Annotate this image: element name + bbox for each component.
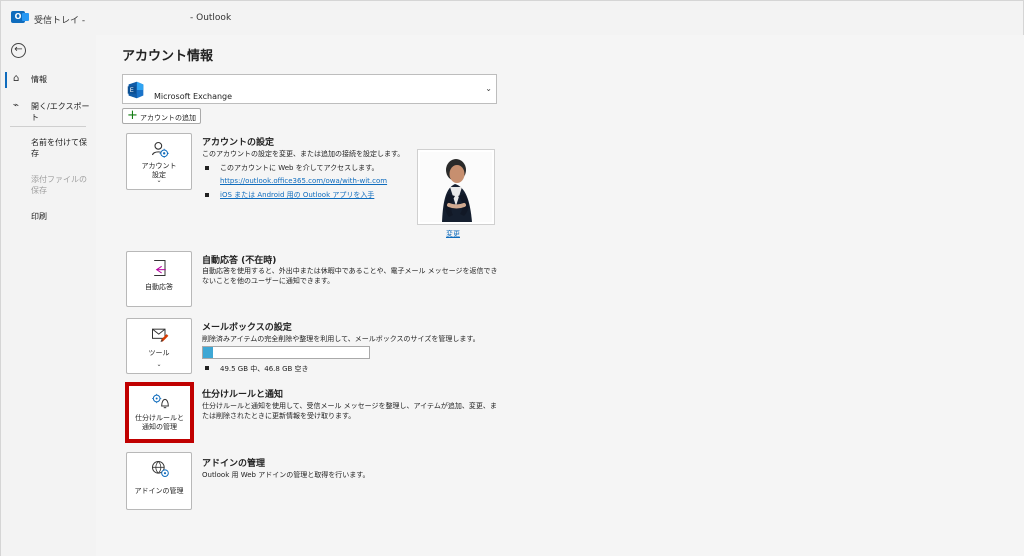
window-title-app: - Outlook [190,13,232,23]
home-icon: ⌂ [13,73,20,84]
selected-indicator [5,72,7,88]
web-access-text: このアカウントに Web を介してアクセスします。 [220,164,379,172]
mailbox-settings-title: メールボックスの設定 [202,323,292,333]
globe-icon [152,461,169,477]
mailbox-quota-text: 49.5 GB 中、46.8 GB 空き [220,365,309,373]
bullet [205,193,209,197]
profile-photo [420,152,492,222]
automatic-replies-button[interactable]: 自動応答 [126,251,192,307]
manage-add-ins-tile-label: アドインの管理 [134,487,184,495]
sidebar-item-label: 添付ファイルの保存 [31,175,87,195]
sidebar-item-open-export[interactable]: ⌁ 開く/エクスポート [1,98,96,123]
account-settings-button[interactable]: アカウント 設定 ⌄ [126,133,192,190]
manage-add-ins-title: アドインの管理 [202,459,266,469]
sidebar-item-label: 情報 [31,75,47,84]
account-settings-icon [151,141,169,158]
sidebar-item-save-attachments: 添付ファイルの保存 [1,172,96,198]
sidebar-divider [10,126,86,127]
exchange-icon: E [127,81,144,99]
title-bar: O 受信トレイ - - Outlook [1,1,1023,35]
account-type-label: Microsoft Exchange [154,92,233,101]
automatic-replies-description: 自動応答を使用すると、外出中または休暇中であることや、電子メール メッセージを返… [202,267,498,285]
account-settings-title: アカウントの設定 [202,138,275,148]
rules-and-alerts-description: 仕分けルールと通知を使用して、受信メール メッセージを整理し、アイテムが追加、変… [202,402,497,420]
automatic-replies-title: 自動応答 (不在時) [202,256,277,266]
profile-photo-card [417,149,495,225]
chevron-down-icon: ⌄ [156,361,162,368]
sidebar-item-info[interactable]: ⌂ 情報 [1,70,96,90]
outlook-web-link[interactable]: https://outlook.office365.com/owa/with-w… [220,177,387,186]
sidebar-item-save-as[interactable]: 名前を付けて保存 [1,135,96,161]
chevron-down-icon: ⌄ [156,177,162,184]
add-account-button[interactable]: + アカウントの追加 [122,108,201,124]
outlook-app-icon: O [11,11,29,23]
sidebar-item-print[interactable]: 印刷 [1,209,96,225]
account-info-panel: アカウント情報 E Microsoft Exchange ⌄ + アカウントの追… [96,35,1024,556]
svg-text:E: E [130,86,134,94]
folder-open-icon: ⌁ [13,100,20,111]
rules-and-alerts-button[interactable]: 仕分けルールと 通知の管理 [125,382,194,443]
user-avatar [420,152,492,222]
add-account-label: アカウントの追加 [140,114,196,122]
rules-and-alerts-title: 仕分けルールと通知 [202,390,284,400]
account-selector[interactable]: E Microsoft Exchange ⌄ [122,74,497,104]
chevron-down-icon: ⌄ [485,84,492,93]
tools-tile-label: ツール [148,349,170,357]
sidebar-item-label: 名前を付けて保存 [31,138,87,158]
rules-and-alerts-tile-label: 仕分けルールと 通知の管理 [135,414,184,431]
mailbox-tools-icon [152,328,169,343]
automatic-replies-icon [154,260,166,276]
manage-add-ins-description: Outlook 用 Web アドインの管理と取得を行います。 [202,471,370,479]
automatic-replies-tile-label: 自動応答 [145,283,173,291]
tools-button[interactable]: ツール ⌄ [126,318,192,374]
sidebar-item-label: 印刷 [31,212,47,221]
change-photo-link[interactable]: 変更 [446,229,460,239]
sidebar-item-label: 開く/エクスポート [31,102,90,122]
outlook-window: O 受信トレイ - - Outlook ← ⌂ 情報 ⌁ 開く/エクスポート 名… [0,0,1024,556]
mailbox-usage-fill [203,347,213,358]
window-title-folder: 受信トレイ - [34,16,86,26]
plus-icon: + [127,108,138,123]
bullet [205,166,209,170]
backstage-sidebar: ← ⌂ 情報 ⌁ 開く/エクスポート 名前を付けて保存 添付ファイルの保存 印刷 [1,35,96,556]
rules-and-alerts-icon [152,393,169,409]
page-title: アカウント情報 [122,49,214,64]
mailbox-usage-bar [202,346,370,359]
back-arrow-icon[interactable]: ← [11,43,26,58]
outlook-mobile-link[interactable]: iOS または Android 用の Outlook アプリを入手 [220,191,374,200]
bullet [205,366,209,370]
manage-add-ins-button[interactable]: アドインの管理 [126,452,192,510]
mailbox-settings-description: 削除済みアイテムの完全削除や整理を利用して、メールボックスのサイズを管理します。 [202,335,480,343]
